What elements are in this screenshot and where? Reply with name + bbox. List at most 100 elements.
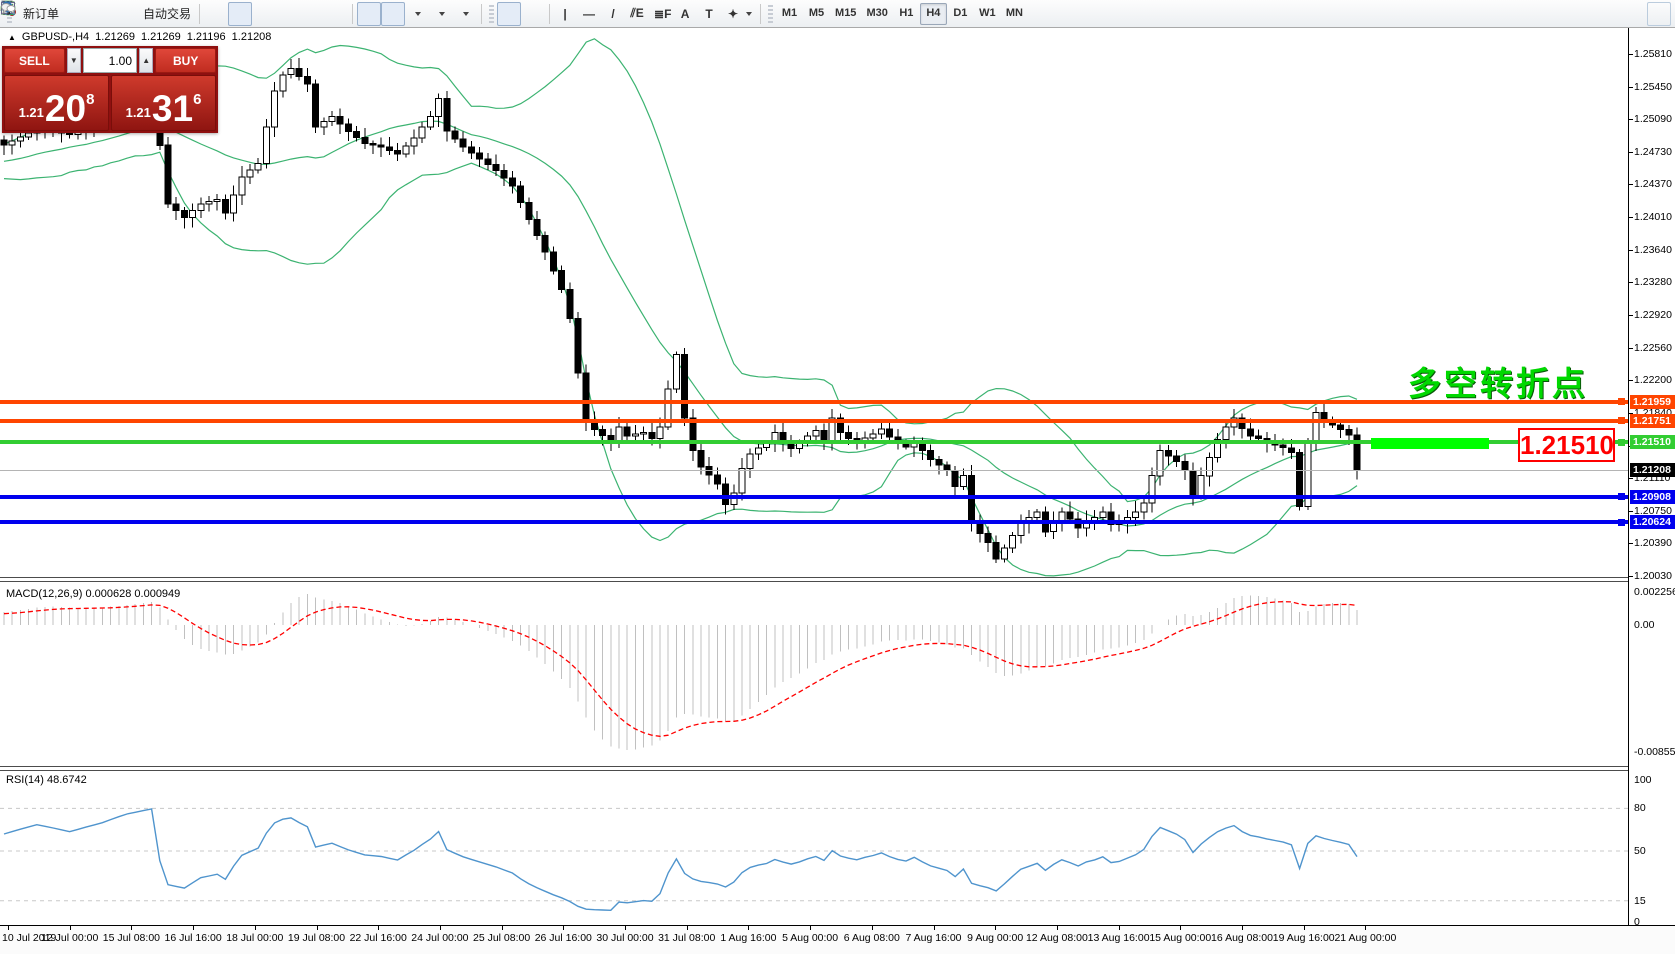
- zoom-in-button[interactable]: [276, 2, 300, 26]
- new-order-button[interactable]: 新订单: [15, 2, 63, 26]
- rsi-axis-label: 80: [1634, 802, 1646, 814]
- trendline-tool[interactable]: /: [602, 2, 626, 26]
- line-anchor-marker[interactable]: [1618, 519, 1625, 526]
- timeframe-h4[interactable]: H4: [920, 3, 947, 25]
- chart-text-annotation[interactable]: 多空转折点: [1408, 357, 1588, 405]
- horizontal-line-object[interactable]: [0, 520, 1628, 524]
- line-anchor-marker[interactable]: [1618, 417, 1625, 424]
- tile-windows-button[interactable]: [324, 2, 348, 26]
- sell-price-button[interactable]: 1.21 20 8: [4, 75, 109, 131]
- horizontal-line-object[interactable]: [0, 495, 1628, 499]
- macd-indicator-area[interactable]: [0, 582, 1628, 766]
- timeframe-m30[interactable]: M30: [861, 3, 892, 25]
- horizontal-line-tool-glyph: —: [582, 7, 596, 21]
- time-axis-label: 15 Aug 00:00: [1149, 932, 1211, 944]
- volume-increase-button[interactable]: ▲: [139, 48, 153, 73]
- time-axis-tick: [625, 926, 626, 930]
- macd-plot: [0, 582, 1628, 766]
- horizontal-line-tool[interactable]: —: [578, 2, 602, 26]
- bollinger-lower-band: [4, 152, 1357, 576]
- buy-button[interactable]: BUY: [155, 48, 216, 73]
- arrows-tool[interactable]: ✦: [722, 2, 756, 26]
- bar-chart-button[interactable]: [204, 2, 228, 26]
- volume-input[interactable]: [83, 48, 137, 73]
- time-axis-tick: [810, 926, 811, 930]
- crosshair-button[interactable]: [521, 2, 545, 26]
- time-axis-label: 24 Jul 00:00: [411, 932, 468, 944]
- text-label-tool-glyph: T: [702, 7, 716, 21]
- timeframe-h1[interactable]: H1: [893, 3, 920, 25]
- periods-dropdown[interactable]: [429, 2, 453, 26]
- chat-button[interactable]: [1647, 2, 1671, 26]
- timeframe-m5[interactable]: M5: [803, 3, 830, 25]
- axis-tick: [1629, 250, 1633, 251]
- cursor-button[interactable]: [497, 2, 521, 26]
- fibonacci-tool[interactable]: ≣F: [650, 2, 674, 26]
- market-watch-button[interactable]: [63, 2, 87, 26]
- axis-tick: [1629, 152, 1633, 153]
- signals-button[interactable]: [111, 2, 135, 26]
- profile-button[interactable]: [87, 2, 111, 26]
- macd-axis-label: -0.008553: [1634, 746, 1675, 758]
- timeframe-m15[interactable]: M15: [830, 3, 861, 25]
- line-anchor-marker[interactable]: [1618, 439, 1625, 446]
- macd-axis-label: 0.002256: [1634, 586, 1675, 598]
- rsi-indicator-area[interactable]: [0, 772, 1628, 925]
- time-axis-tick: [872, 926, 873, 930]
- time-axis-tick: [748, 926, 749, 930]
- sell-button[interactable]: SELL: [4, 48, 65, 73]
- horizontal-line-object[interactable]: [0, 400, 1628, 404]
- price-axis[interactable]: 1.258101.254501.250901.247301.243701.240…: [1628, 28, 1675, 925]
- time-axis[interactable]: 10 Jul 201912 Jul 00:0015 Jul 08:0016 Ju…: [0, 925, 1675, 954]
- timeframe-w1[interactable]: W1: [974, 3, 1001, 25]
- timeframe-mn[interactable]: MN: [1001, 3, 1028, 25]
- main-toolbar: 新订单 自动交易 | — /⫽E≣FAT ✦ M1M5M15M30H1H4D1W1MN: [0, 0, 1675, 28]
- ohlc-low: 1.21196: [187, 31, 226, 43]
- buy-price-main: 31: [152, 94, 193, 124]
- toolbar-separator: [549, 4, 550, 24]
- equidistant-channel-tool[interactable]: ⫽E: [626, 2, 650, 26]
- price-badge: 1.20624: [1630, 515, 1675, 529]
- one-click-trading-panel: SELL ▼ ▲ BUY 1.21 20 8 1.21 31 6: [2, 46, 218, 133]
- time-axis-tick: [1119, 926, 1120, 930]
- templates-dropdown[interactable]: [453, 2, 477, 26]
- line-anchor-marker[interactable]: [1618, 398, 1625, 405]
- axis-tick: [1629, 184, 1633, 185]
- price-axis-label: 1.24370: [1634, 178, 1672, 190]
- axis-tick: [1629, 315, 1633, 316]
- time-axis-label: 15 Jul 08:00: [103, 932, 160, 944]
- zoom-out-button[interactable]: [300, 2, 324, 26]
- chart-shift-button[interactable]: [381, 2, 405, 26]
- time-axis-label: 12 Aug 08:00: [1026, 932, 1088, 944]
- sell-price-main: 20: [45, 94, 86, 124]
- price-axis-label: 1.25090: [1634, 113, 1672, 125]
- vertical-line-tool[interactable]: |: [554, 2, 578, 26]
- panel-separator[interactable]: [0, 766, 1675, 771]
- line-anchor-marker[interactable]: [1618, 493, 1625, 500]
- text-label-tool[interactable]: T: [698, 2, 722, 26]
- rsi-axis-label: 100: [1634, 774, 1652, 786]
- timeframe-m1[interactable]: M1: [776, 3, 803, 25]
- auto-scroll-button[interactable]: [357, 2, 381, 26]
- symbol-title: GBPUSD-,H4: [22, 31, 89, 43]
- chevron-down-icon: [415, 12, 421, 16]
- indicators-dropdown[interactable]: [405, 2, 429, 26]
- search-button[interactable]: [1623, 2, 1647, 26]
- collapse-panel-icon[interactable]: ▲: [8, 33, 16, 42]
- highlight-bar-object[interactable]: [1371, 438, 1489, 449]
- timeframe-d1[interactable]: D1: [947, 3, 974, 25]
- candlestick-chart-button[interactable]: [228, 2, 252, 26]
- horizontal-line-object[interactable]: [0, 419, 1628, 423]
- sell-price-prefix: 1.21: [19, 105, 44, 120]
- price-callout-box[interactable]: 1.21510: [1518, 428, 1615, 462]
- toolbar-separator: [352, 4, 353, 24]
- price-badge: 1.20908: [1630, 490, 1675, 504]
- text-tool[interactable]: A: [674, 2, 698, 26]
- candles: [1, 58, 1360, 563]
- autotrading-button[interactable]: 自动交易: [135, 2, 195, 26]
- price-axis-label: 1.23280: [1634, 276, 1672, 288]
- buy-price-button[interactable]: 1.21 31 6: [111, 75, 216, 131]
- trade-panel-top-row: SELL ▼ ▲ BUY: [4, 48, 216, 73]
- line-chart-button[interactable]: [252, 2, 276, 26]
- volume-decrease-button[interactable]: ▼: [67, 48, 81, 73]
